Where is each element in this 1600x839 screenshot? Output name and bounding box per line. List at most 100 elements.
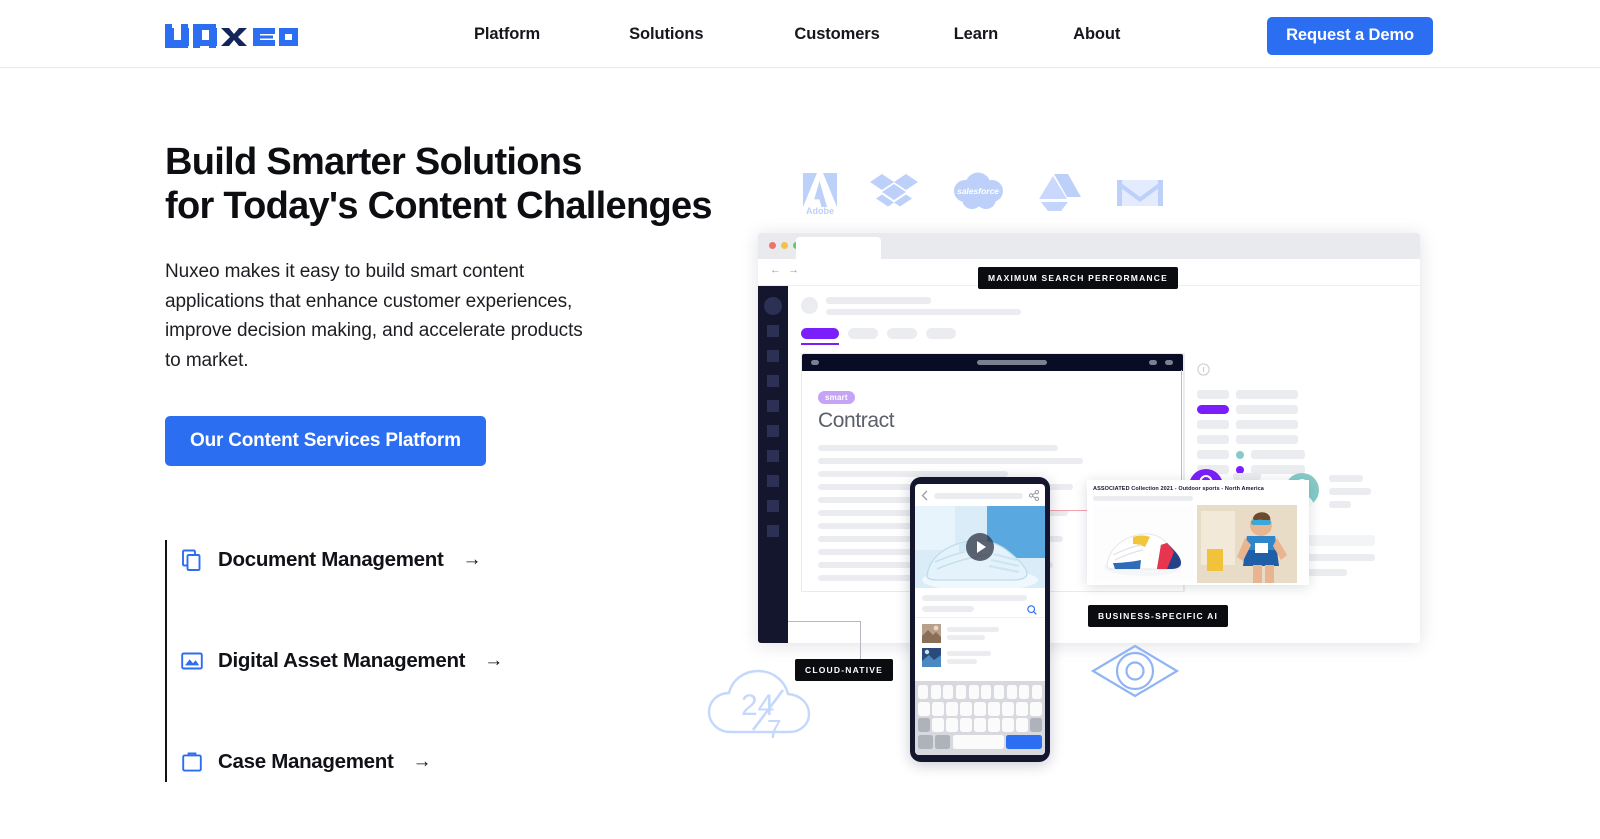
sidebar-item-icon[interactable] (767, 400, 779, 412)
sidebar-item-icon[interactable] (767, 525, 779, 537)
feature-link-label: Digital Asset Management (218, 649, 466, 672)
on-screen-keyboard[interactable] (915, 681, 1045, 755)
key[interactable] (974, 701, 986, 716)
toolbar-dot[interactable] (1149, 360, 1157, 365)
request-demo-button[interactable]: Request a Demo (1267, 17, 1433, 55)
list-item[interactable] (922, 624, 1038, 643)
play-button[interactable] (966, 533, 994, 561)
browser-titlebar (758, 233, 1420, 259)
app-tabs (788, 315, 1420, 339)
metadata-row-highlight (1197, 405, 1408, 414)
sidebar-item-icon[interactable] (767, 500, 779, 512)
back-chevron-icon[interactable] (921, 490, 928, 501)
key[interactable] (1002, 718, 1014, 732)
key[interactable] (993, 685, 1005, 699)
metadata-row (1197, 390, 1408, 399)
app-tab-active[interactable] (801, 328, 839, 339)
key[interactable] (1002, 701, 1014, 716)
key[interactable] (968, 685, 979, 699)
key[interactable] (930, 685, 941, 699)
sidebar-item-icon[interactable] (767, 425, 779, 437)
list-item[interactable] (922, 648, 1038, 667)
sidebar-item-icon[interactable] (767, 450, 779, 462)
key[interactable] (1016, 718, 1028, 732)
share-icon[interactable] (1029, 490, 1039, 501)
numbers-key[interactable] (918, 734, 933, 749)
feature-links: Document Management → Digital Asset Mana… (165, 540, 503, 782)
nav-item-about[interactable]: About (1073, 19, 1120, 50)
svg-text:salesforce: salesforce (957, 186, 999, 196)
badge-maximum-search-performance: MAXIMUM SEARCH PERFORMANCE (978, 267, 1178, 289)
key[interactable] (1016, 701, 1028, 716)
content-services-platform-button[interactable]: Our Content Services Platform (165, 415, 486, 466)
key[interactable] (943, 685, 954, 699)
sidebar-item-icon[interactable] (767, 475, 779, 487)
main-navigation: Platform Solutions Customers Learn About (474, 0, 1120, 68)
key[interactable] (946, 701, 958, 716)
sidebar-item-icon[interactable] (767, 350, 779, 362)
nav-item-solutions[interactable]: Solutions (629, 19, 703, 50)
app-tab[interactable] (887, 328, 917, 339)
backspace-key[interactable] (1030, 718, 1043, 732)
hero-illustration: Adobe salesforce ← → smart Contract ASSO… (700, 155, 1460, 795)
feature-link-document-management[interactable]: Document Management → (180, 540, 503, 580)
google-drive-logo (1037, 169, 1085, 220)
key[interactable] (988, 701, 1000, 716)
arrow-right-icon: → (484, 650, 504, 671)
close-icon[interactable] (769, 242, 776, 249)
toolbar-dot[interactable] (811, 360, 819, 365)
search-key[interactable] (1006, 734, 1042, 749)
feature-link-digital-asset-management[interactable]: Digital Asset Management → (180, 641, 503, 681)
key[interactable] (960, 718, 972, 732)
product-images (1087, 505, 1309, 583)
key[interactable] (960, 701, 972, 716)
key[interactable] (917, 685, 929, 699)
document-title: Contract (818, 409, 895, 432)
phone-screen (915, 484, 1045, 755)
product-image-athlete (1197, 505, 1297, 583)
emoji-key[interactable] (935, 734, 951, 749)
hero-description: Nuxeo makes it easy to build smart conte… (165, 261, 583, 372)
result-thumbnail (922, 648, 941, 667)
product-collection-card: ASSOCIATED Collection 2021 - Outdoor spo… (1087, 480, 1309, 585)
space-key[interactable] (952, 734, 1004, 749)
toolbar-dot[interactable] (1165, 360, 1173, 365)
nuxeo-logo[interactable] (165, 18, 298, 48)
key[interactable] (1006, 685, 1017, 699)
back-forward-icon[interactable]: ← → (770, 264, 801, 276)
phone-video-player[interactable] (915, 506, 1045, 588)
key[interactable] (932, 701, 944, 716)
minimize-icon[interactable] (781, 242, 788, 249)
key[interactable] (955, 685, 967, 699)
sidebar-item-icon[interactable] (767, 325, 779, 337)
app-tab[interactable] (848, 328, 878, 339)
skeleton-line (826, 309, 1021, 315)
connector-cloud-horizontal (788, 621, 861, 622)
key[interactable] (988, 718, 1000, 732)
feature-link-case-management[interactable]: Case Management → (180, 742, 503, 782)
app-tab[interactable] (926, 328, 956, 339)
nav-item-customers[interactable]: Customers (794, 19, 879, 50)
key[interactable] (917, 701, 930, 716)
key[interactable] (1019, 685, 1030, 699)
nav-item-platform[interactable]: Platform (474, 19, 540, 50)
site-header: Platform Solutions Customers Learn About… (0, 0, 1600, 68)
tab-active-underline (801, 343, 839, 345)
nav-item-learn[interactable]: Learn (954, 19, 999, 50)
key[interactable] (1030, 701, 1043, 716)
key[interactable] (946, 718, 958, 732)
smart-tag: smart (818, 391, 855, 404)
metadata-row (1197, 420, 1408, 429)
phone-search-results (915, 617, 1045, 678)
shift-key[interactable] (917, 718, 930, 732)
key[interactable] (974, 718, 986, 732)
key[interactable] (932, 718, 944, 732)
key[interactable] (981, 685, 992, 699)
page-title: Build Smarter Solutions for Today's Cont… (165, 141, 713, 228)
key[interactable] (1031, 685, 1043, 699)
adobe-logo: Adobe (800, 169, 840, 220)
browser-tab[interactable] (796, 237, 881, 259)
info-icon[interactable] (1197, 363, 1210, 376)
search-icon[interactable] (1027, 605, 1037, 615)
sidebar-item-icon[interactable] (767, 375, 779, 387)
